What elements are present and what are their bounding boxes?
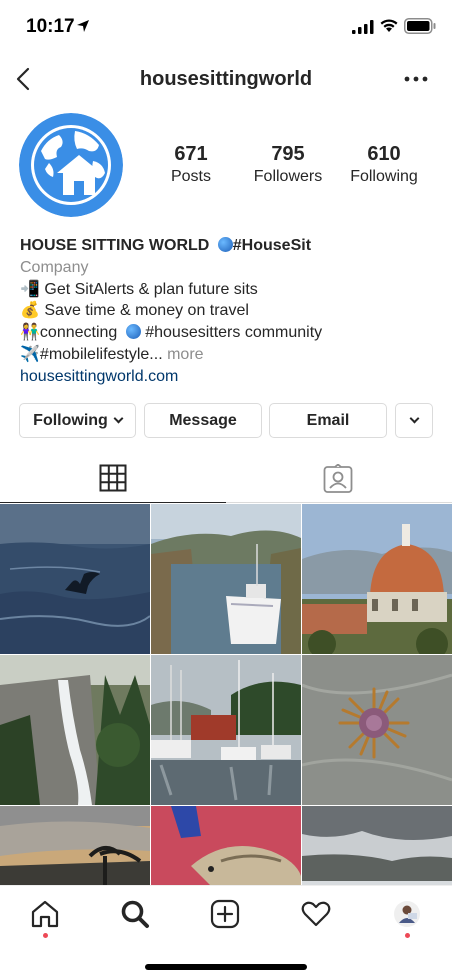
chevron-down-icon bbox=[113, 413, 124, 423]
posts-count-value: 671 bbox=[174, 143, 208, 165]
search-icon[interactable] bbox=[120, 899, 150, 929]
following-count[interactable]: 610 Following bbox=[344, 143, 424, 186]
grid-photo-waterfall[interactable] bbox=[0, 655, 150, 805]
battery-icon bbox=[404, 18, 436, 34]
home-notification-dot bbox=[43, 933, 48, 938]
following-count-value: 610 bbox=[367, 143, 401, 165]
posts-count-label: Posts bbox=[170, 168, 211, 185]
profile-bio: HOUSE SITTING WORLD #HouseSit Company 📲 … bbox=[20, 235, 440, 388]
profile-notification-dot bbox=[405, 933, 410, 938]
status-time: 10:17 bbox=[26, 16, 75, 37]
email-button-label: Email bbox=[306, 411, 350, 429]
profile-header-bar: housesittingworld bbox=[0, 56, 452, 104]
bio-line-1: 📲 Get SitAlerts & plan future sits bbox=[20, 280, 258, 298]
followers-count[interactable]: 795 Followers bbox=[244, 143, 332, 186]
profile-username-title: housesittingworld bbox=[139, 68, 313, 90]
grid-photo-harbor[interactable] bbox=[151, 504, 301, 654]
wifi-icon bbox=[380, 19, 398, 32]
activity-heart-icon[interactable] bbox=[301, 899, 331, 929]
email-button[interactable]: Email bbox=[269, 403, 387, 438]
globe-emoji-icon bbox=[125, 324, 141, 340]
tagged-person-icon bbox=[323, 464, 353, 493]
bio-line-3-start: 👫connecting bbox=[20, 324, 118, 342]
bio-more-link[interactable]: more bbox=[167, 346, 203, 363]
tab-tagged[interactable] bbox=[226, 455, 452, 503]
globe-emoji-icon bbox=[217, 237, 233, 252]
posts-count[interactable]: 671 Posts bbox=[160, 143, 222, 186]
bio-name-text: HOUSE SITTING WORLD bbox=[20, 237, 210, 254]
cellular-signal-icon bbox=[352, 20, 374, 34]
profile-tab-avatar[interactable] bbox=[392, 899, 422, 929]
bio-name-hashtag: #HouseSit bbox=[232, 237, 312, 254]
following-button[interactable]: Following bbox=[19, 403, 136, 438]
grid-photo-whale[interactable] bbox=[0, 504, 150, 654]
message-button-label: Message bbox=[169, 411, 237, 429]
bio-display-name: HOUSE SITTING WORLD #HouseSit bbox=[20, 235, 440, 257]
chevron-down-icon bbox=[409, 413, 419, 423]
bio-line-3: 👫connecting #housesitters community bbox=[20, 322, 440, 344]
bio-category: Company bbox=[20, 258, 89, 276]
bio-line-3-end: #housesitters community bbox=[145, 324, 323, 342]
grid-photo-florence[interactable] bbox=[302, 504, 452, 654]
new-post-icon[interactable] bbox=[210, 899, 240, 929]
profile-avatar[interactable] bbox=[19, 113, 123, 217]
following-button-label: Following bbox=[33, 411, 108, 429]
following-count-label: Following bbox=[350, 168, 418, 185]
grid-photo-fish[interactable] bbox=[151, 806, 301, 885]
photo-grid bbox=[0, 504, 452, 885]
more-options-icon[interactable] bbox=[403, 74, 429, 84]
bio-website-link[interactable]: housesittingworld.com bbox=[20, 366, 440, 388]
bio-line-2: 💰 Save time & money on travel bbox=[20, 302, 249, 320]
grid-icon bbox=[99, 464, 127, 492]
status-bar: 10:17 bbox=[0, 0, 452, 52]
profile-tabs bbox=[0, 455, 452, 503]
grid-photo-jellyfish[interactable] bbox=[302, 655, 452, 805]
followers-count-label: Followers bbox=[253, 168, 323, 185]
home-indicator bbox=[145, 964, 307, 970]
grid-photo-clouds[interactable] bbox=[302, 806, 452, 885]
followers-count-value: 795 bbox=[271, 143, 305, 165]
bio-line-4: ✈️#mobilelifestyle... more bbox=[20, 344, 440, 366]
bio-line-4-text: ✈️#mobilelifestyle... bbox=[20, 345, 163, 363]
grid-photo-marina[interactable] bbox=[151, 655, 301, 805]
message-button[interactable]: Message bbox=[144, 403, 262, 438]
home-icon[interactable] bbox=[30, 899, 60, 929]
tab-grid[interactable] bbox=[0, 455, 226, 503]
suggested-accounts-button[interactable] bbox=[395, 403, 433, 438]
location-arrow-icon bbox=[77, 20, 89, 32]
grid-photo-sunset[interactable] bbox=[0, 806, 150, 885]
